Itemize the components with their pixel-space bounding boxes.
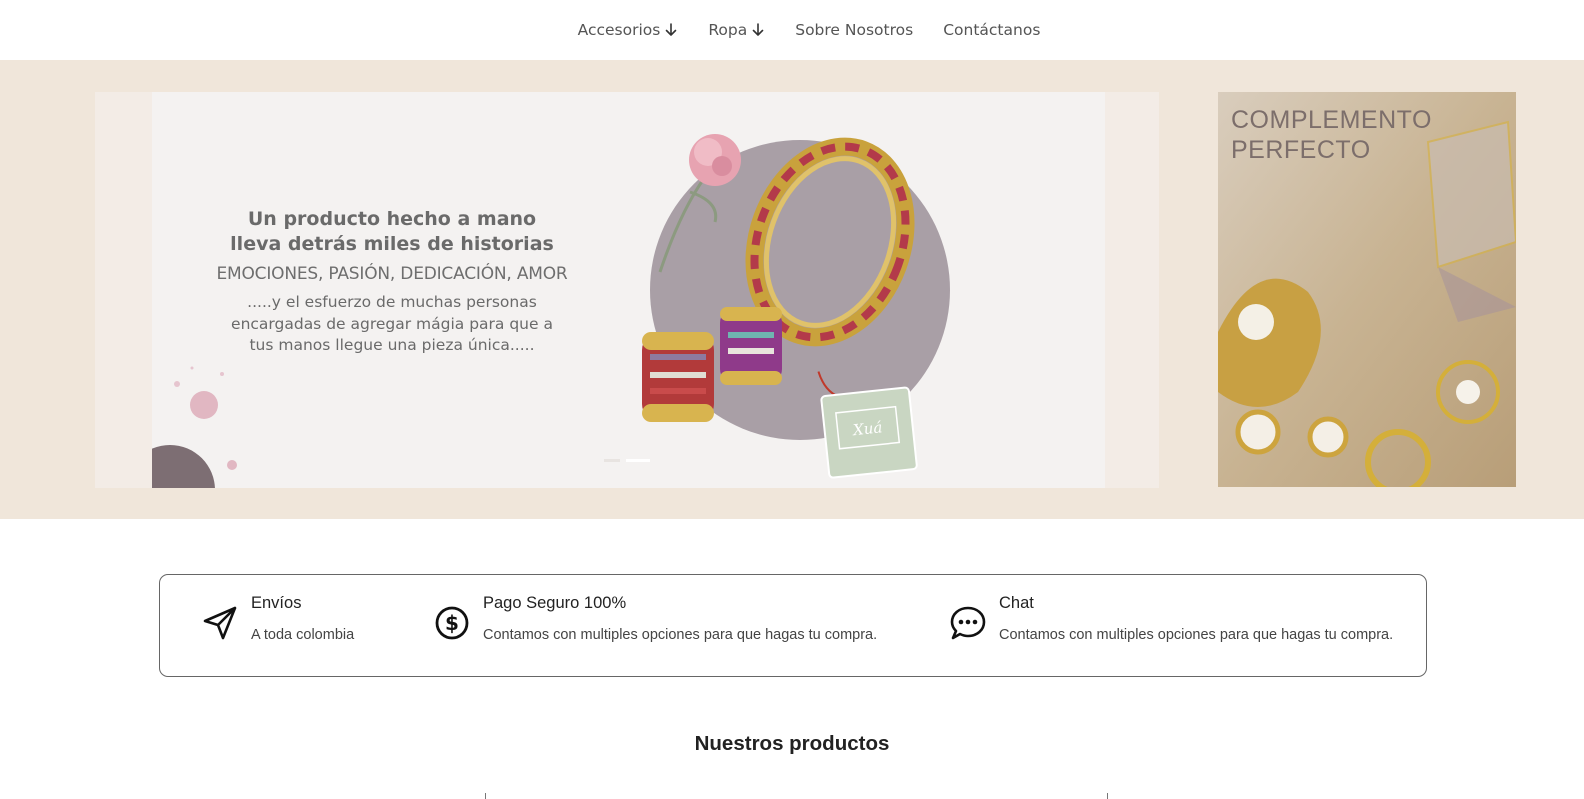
dollar-circle-icon: $ [435, 606, 469, 640]
feature-desc: A toda colombia [251, 627, 355, 643]
feature-pago-seguro: $ Pago Seguro 100% Contamos con multiple… [433, 575, 877, 676]
nav-item-label: Sobre Nosotros [795, 21, 914, 39]
feature-desc: Contamos con multiples opciones para que… [483, 627, 878, 643]
nav-item-ropa[interactable]: Ropa [708, 21, 765, 39]
features-bar: Envíos A toda colombia $ Pago Seguro 100… [159, 574, 1427, 677]
product-card-edge [485, 793, 486, 799]
feature-envios: Envíos A toda colombia [201, 575, 354, 676]
carousel-dot-active[interactable] [626, 459, 650, 462]
hero-slide-body: .....y el esfuerzo de muchas personas en… [231, 293, 553, 354]
nav-item-label: Contáctanos [943, 21, 1041, 39]
feature-title: Chat [999, 594, 1034, 612]
svg-text:$: $ [445, 611, 459, 635]
hero-slide-text: Un producto hecho a mano lleva detrás mi… [192, 207, 592, 357]
cuff-bracelet-icon [642, 332, 714, 422]
svg-text:Xuá: Xuá [851, 418, 883, 439]
bracelets-illustration: Xuá [642, 134, 950, 479]
decorative-bubbles [152, 366, 237, 488]
promo-card-complemento[interactable]: COMPLEMENTO PERFECTO [1218, 92, 1516, 487]
nav-item-label: Accesorios [577, 21, 661, 39]
hero-section: Un producto hecho a mano lleva detrás mi… [0, 60, 1584, 519]
chat-icon [950, 606, 986, 640]
hero-slide-title: Un producto hecho a mano lleva detrás mi… [230, 208, 554, 255]
promo-card-title: COMPLEMENTO PERFECTO [1231, 106, 1432, 164]
nav-item-label: Ropa [708, 21, 748, 39]
nav-item-contactanos[interactable]: Contáctanos [943, 21, 1040, 39]
feature-title: Pago Seguro 100% [483, 594, 627, 612]
arrow-down-icon [666, 23, 677, 36]
cuff-bracelet-icon [720, 307, 782, 385]
nav-item-sobre-nosotros[interactable]: Sobre Nosotros [795, 21, 913, 39]
carousel-dots [604, 459, 650, 462]
hero-carousel-slide[interactable]: Un producto hecho a mano lleva detrás mi… [152, 92, 1105, 488]
arrow-down-icon [752, 23, 764, 36]
nav-item-accesorios[interactable]: Accesorios [578, 21, 679, 39]
feature-desc: Contamos con multiples opciones para que… [999, 627, 1394, 643]
hero-slide-subtitle: EMOCIONES, PASIÓN, DEDICACIÓN, AMOR [216, 264, 568, 284]
feature-title: Envíos [251, 594, 302, 612]
products-section-title: Nuestros productos [694, 732, 890, 755]
send-icon [203, 606, 237, 640]
product-card-edge [1107, 793, 1108, 799]
carousel-prev-peek[interactable] [95, 92, 155, 488]
main-nav: Accesorios Ropa Sobre Nosotros Contáctan… [0, 0, 1584, 60]
feature-chat: Chat Contamos con multiples opciones par… [949, 575, 1393, 676]
carousel-dot[interactable] [604, 459, 620, 462]
